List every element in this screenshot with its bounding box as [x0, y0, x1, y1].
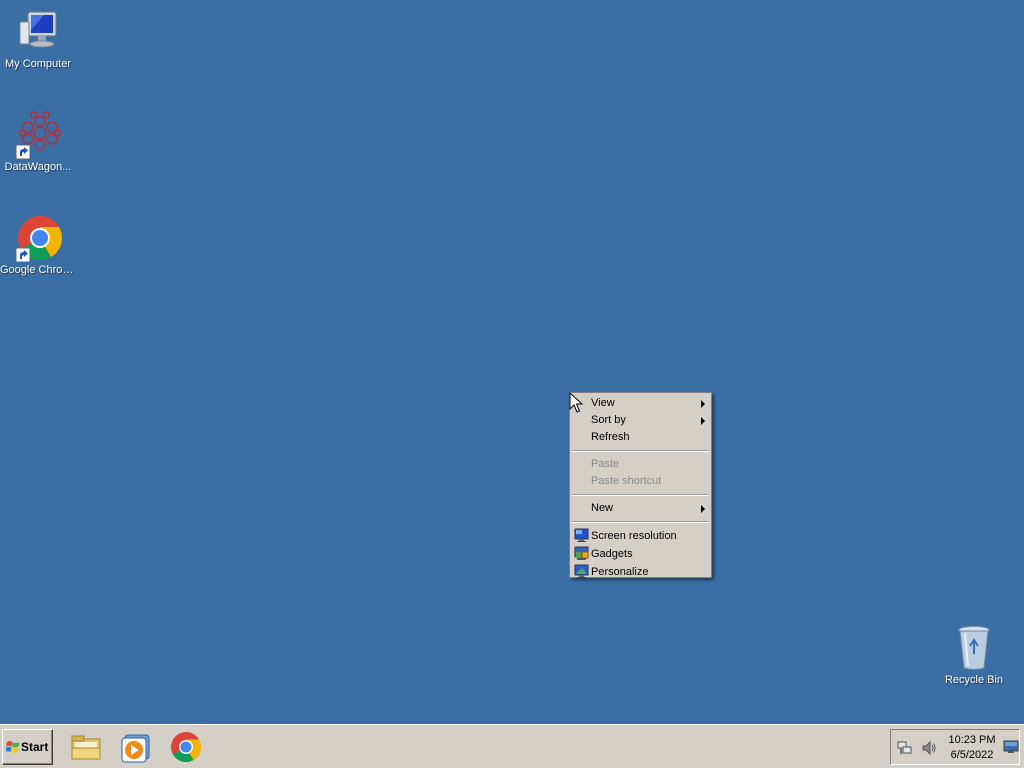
desktop-icon-label: Google Chrome: [0, 264, 76, 276]
windows-logo-icon: [6, 741, 20, 753]
chrome-icon: [14, 214, 62, 262]
recycle-bin-icon: [950, 624, 998, 672]
menu-item-sort-by[interactable]: Sort by: [570, 412, 711, 429]
menu-item-label: Paste: [591, 458, 620, 470]
submenu-arrow-icon: [701, 400, 705, 408]
shortcut-arrow-icon: [16, 145, 30, 159]
desktop-icon-datawagon[interactable]: DataWagon...: [0, 111, 76, 174]
menu-item-screen-resolution[interactable]: Screen resolution: [570, 527, 711, 545]
volume-icon[interactable]: [921, 740, 937, 756]
desktop-icon-google-chrome[interactable]: Google Chrome: [0, 214, 76, 277]
clock-time: 10:23 PM: [948, 734, 996, 746]
desktop-context-menu: View Sort by Refresh Paste Paste shortcu…: [569, 392, 712, 578]
menu-separator: [572, 494, 709, 496]
submenu-arrow-icon: [701, 505, 705, 513]
menu-item-paste: Paste: [570, 456, 711, 473]
menu-item-label: New: [591, 502, 614, 514]
desktop-icon-label: My Computer: [4, 58, 72, 70]
network-icon[interactable]: [897, 740, 913, 756]
menu-item-label: Paste shortcut: [591, 475, 662, 487]
menu-separator: [572, 450, 709, 452]
clock-date: 6/5/2022: [950, 749, 994, 761]
menu-item-label: Gadgets: [591, 548, 633, 560]
media-player-icon[interactable]: [119, 730, 153, 764]
clock[interactable]: 10:23 PM 6/5/2022: [945, 733, 999, 763]
menu-item-label: View: [591, 397, 615, 409]
screen-resolution-icon: [574, 528, 589, 542]
desktop-icon-recycle-bin[interactable]: Recycle Bin: [936, 624, 1012, 687]
menu-separator: [572, 521, 709, 523]
menu-item-paste-shortcut: Paste shortcut: [570, 473, 711, 490]
menu-item-personalize[interactable]: Personalize: [570, 563, 711, 581]
menu-item-gadgets[interactable]: Gadgets: [570, 545, 711, 563]
taskbar: Start 10:23 PM 6/5/2022: [0, 724, 1024, 768]
menu-item-view[interactable]: View: [570, 395, 711, 412]
chrome-taskbar-icon[interactable]: [169, 730, 203, 764]
computer-icon: [14, 8, 62, 56]
menu-item-label: Personalize: [591, 566, 649, 578]
menu-item-label: Refresh: [591, 431, 630, 443]
start-label: Start: [21, 740, 49, 754]
gadgets-icon: [574, 546, 589, 560]
start-button[interactable]: Start: [2, 729, 53, 765]
file-explorer-icon[interactable]: [69, 730, 103, 764]
menu-item-refresh[interactable]: Refresh: [570, 429, 711, 446]
menu-item-new[interactable]: New: [570, 500, 711, 517]
mouse-cursor-icon: [569, 392, 583, 413]
desktop[interactable]: My Computer DataWagon... Google Chrome R…: [0, 0, 1024, 724]
system-tray: 10:23 PM 6/5/2022: [890, 729, 1020, 765]
show-desktop-icon[interactable]: [1003, 740, 1019, 754]
menu-item-label: Sort by: [591, 414, 626, 426]
desktop-icon-label: Recycle Bin: [944, 674, 1004, 686]
menu-item-label: Screen resolution: [591, 530, 677, 542]
personalize-icon: [574, 564, 589, 578]
submenu-arrow-icon: [701, 417, 705, 425]
shortcut-arrow-icon: [16, 248, 30, 262]
datawagon-icon: [14, 111, 62, 159]
desktop-icon-label: DataWagon...: [4, 161, 72, 173]
desktop-icon-my-computer[interactable]: My Computer: [0, 8, 76, 71]
